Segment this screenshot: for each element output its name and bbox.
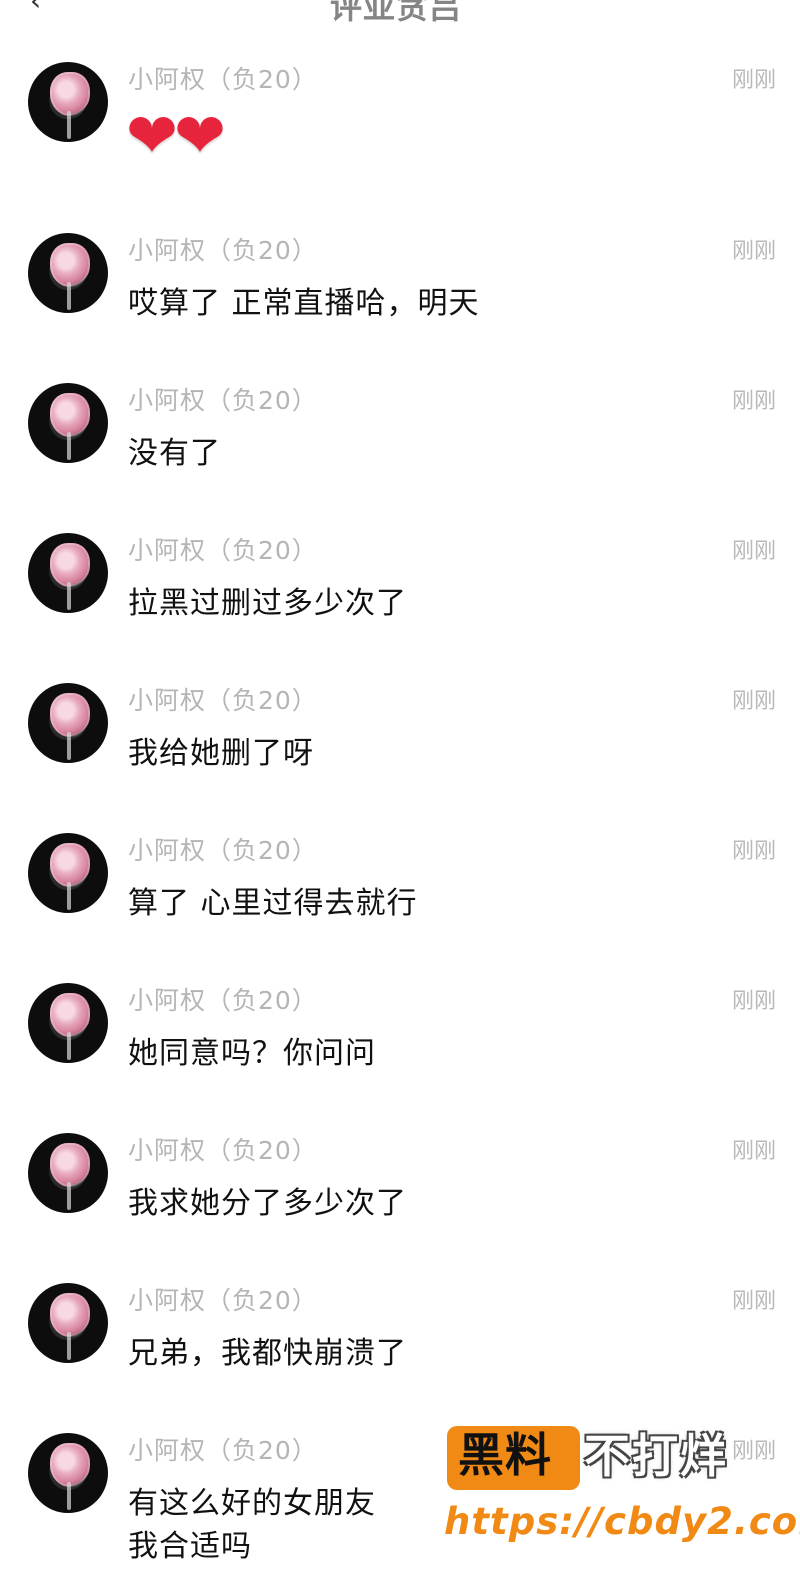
comment-message: 拉黑过删过多少次了: [128, 586, 407, 621]
commenter-name: 小阿权（负20）: [128, 836, 318, 865]
comment-message: 我求她分了多少次了: [128, 1186, 407, 1221]
avatar[interactable]: [28, 233, 108, 313]
comment-message: 她同意吗？你问问: [128, 1036, 376, 1071]
comment-time: 刚刚: [731, 839, 776, 864]
comment-time: 刚刚: [731, 539, 776, 564]
commenter-name: 小阿权（负20）: [128, 1436, 318, 1465]
avatar[interactable]: [28, 683, 108, 763]
back-arrow-icon[interactable]: ‹: [30, 0, 41, 17]
avatar[interactable]: [28, 1283, 108, 1363]
avatar[interactable]: [28, 62, 108, 142]
avatar[interactable]: [28, 533, 108, 613]
commenter-name: 小阿权（负20）: [128, 1286, 318, 1315]
comment-item: 小阿权（负20） 刚刚 没有了: [0, 377, 800, 517]
comment-message: 没有了: [128, 436, 221, 471]
avatar[interactable]: [28, 983, 108, 1063]
heart-emoji-message: ❤❤: [126, 99, 226, 172]
comment-item: 小阿权（负20） 刚刚 兄弟，我都快崩溃了: [0, 1277, 800, 1417]
comment-message: 我给她删了呀: [128, 736, 314, 771]
comment-item: 小阿权（负20） 刚刚 有这么好的女朋友 我合适吗: [0, 1427, 800, 1577]
comment-time: 刚刚: [731, 989, 776, 1014]
commenter-name: 小阿权（负20）: [128, 386, 318, 415]
comment-time: 刚刚: [731, 689, 776, 714]
avatar[interactable]: [28, 1133, 108, 1213]
comment-item: 小阿权（负20） 刚刚 拉黑过删过多少次了: [0, 527, 800, 667]
comment-time: 刚刚: [731, 239, 776, 264]
avatar[interactable]: [28, 833, 108, 913]
commenter-name: 小阿权（负20）: [128, 986, 318, 1015]
comment-item: 小阿权（负20） 刚刚 哎算了 正常直播哈，明天: [0, 227, 800, 367]
comment-message: 哎算了 正常直播哈，明天: [128, 286, 480, 321]
comment-time: 刚刚: [731, 1139, 776, 1164]
comment-message: 算了 心里过得去就行: [128, 886, 418, 921]
commenter-name: 小阿权（负20）: [128, 1136, 318, 1165]
commenter-name: 小阿权（负20）: [128, 236, 318, 265]
comment-message-line-2: 我合适吗: [128, 1529, 252, 1564]
page-title-fragment: 评亚贪吕: [330, 0, 463, 24]
comment-time: 刚刚: [731, 389, 776, 414]
comment-item: 小阿权（负20） 刚刚 她同意吗？你问问: [0, 977, 800, 1117]
comment-time: 刚刚: [731, 1289, 776, 1314]
comment-item: 小阿权（负20） 刚刚 算了 心里过得去就行: [0, 827, 800, 967]
commenter-name: 小阿权（负20）: [128, 65, 318, 94]
comment-time: 刚刚: [731, 1439, 776, 1464]
commenter-name: 小阿权（负20）: [128, 686, 318, 715]
comment-message-line-1: 有这么好的女朋友: [128, 1486, 376, 1521]
avatar[interactable]: [28, 383, 108, 463]
top-title-bar-fragment: ‹ 评亚贪吕: [0, 0, 800, 24]
comment-item: 小阿权（负20） 刚刚 ❤❤: [0, 56, 800, 196]
comment-time: 刚刚: [731, 68, 776, 93]
comment-item: 小阿权（负20） 刚刚 我求她分了多少次了: [0, 1127, 800, 1267]
avatar[interactable]: [28, 1433, 108, 1513]
comment-item: 小阿权（负20） 刚刚 我给她删了呀: [0, 677, 800, 817]
comment-message: 兄弟，我都快崩溃了: [128, 1336, 407, 1371]
commenter-name: 小阿权（负20）: [128, 536, 318, 565]
